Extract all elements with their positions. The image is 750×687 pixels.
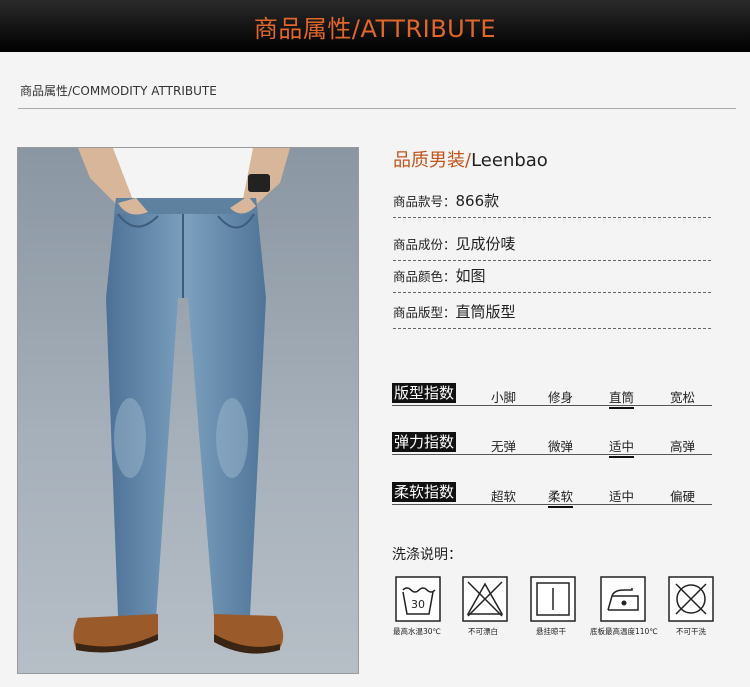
index-option-selected: 直筒 [609,387,635,409]
attr-key: 商品版型： [393,305,456,320]
attr-style-no: 商品款号：866款 [393,190,711,218]
wash-temp-label: 30 [411,598,425,611]
index-option: 修身 [548,390,574,405]
index-option-selected: 柔软 [548,486,574,508]
wash-30-icon: 30 [395,576,441,622]
brand-en: Leenbao [471,150,548,171]
attr-material: 商品成份：见成份唛 [393,233,711,261]
attr-value: 直筒版型 [455,303,516,321]
index-option: 偏硬 [670,489,696,504]
index-row-softness: 柔软指数 超软 柔软 适中 偏硬 [392,482,712,508]
index-label: 柔软指数 [392,482,457,502]
index-option: 高弹 [670,439,696,454]
attr-key: 商品成份： [393,237,456,252]
product-photo [17,147,359,674]
attr-value: 866款 [455,192,500,210]
attr-fit: 商品版型：直筒版型 [393,301,711,329]
attr-key: 商品颜色： [393,269,456,284]
index-option: 小脚 [491,390,517,405]
banner-title: 商品属性/ATTRIBUTE [253,14,497,43]
section-subtitle: 商品属性/COMMODITY ATTRIBUTE [20,84,217,98]
iron-icon [600,576,646,622]
index-option: 无弹 [491,439,517,454]
washing-title: 洗涤说明： [392,547,462,563]
attr-value: 如图 [455,267,486,285]
index-option: 微弹 [548,439,574,454]
index-row-stretch: 弹力指数 无弹 微弹 适中 高弹 [392,432,712,458]
attr-color: 商品颜色：如图 [393,265,711,293]
index-label: 弹力指数 [392,432,457,452]
index-option: 超软 [491,489,517,504]
header-banner: 商品属性/ATTRIBUTE [0,0,750,52]
index-option-selected: 适中 [609,436,635,458]
no-dry-clean-icon [668,576,714,622]
index-option: 适中 [609,489,635,504]
index-row-fit: 版型指数 小脚 修身 直筒 宽松 [392,383,712,409]
brand-title: 品质男装/Leenbao [393,146,548,172]
care-caption: 悬挂晾干 [536,627,566,636]
care-caption: 不可干洗 [676,627,706,636]
care-caption: 底板最高温度110℃ [590,627,658,636]
care-caption: 不可漂白 [468,627,498,636]
attr-value: 见成份唛 [455,235,516,253]
attr-key: 商品款号： [393,194,456,209]
hang-dry-icon [530,576,576,622]
index-option: 宽松 [670,390,696,405]
no-bleach-icon [462,576,508,622]
care-caption: 最高水温30℃ [393,627,441,636]
divider [18,108,736,109]
brand-cn: 品质男装/ [393,150,472,171]
index-label: 版型指数 [392,383,457,403]
